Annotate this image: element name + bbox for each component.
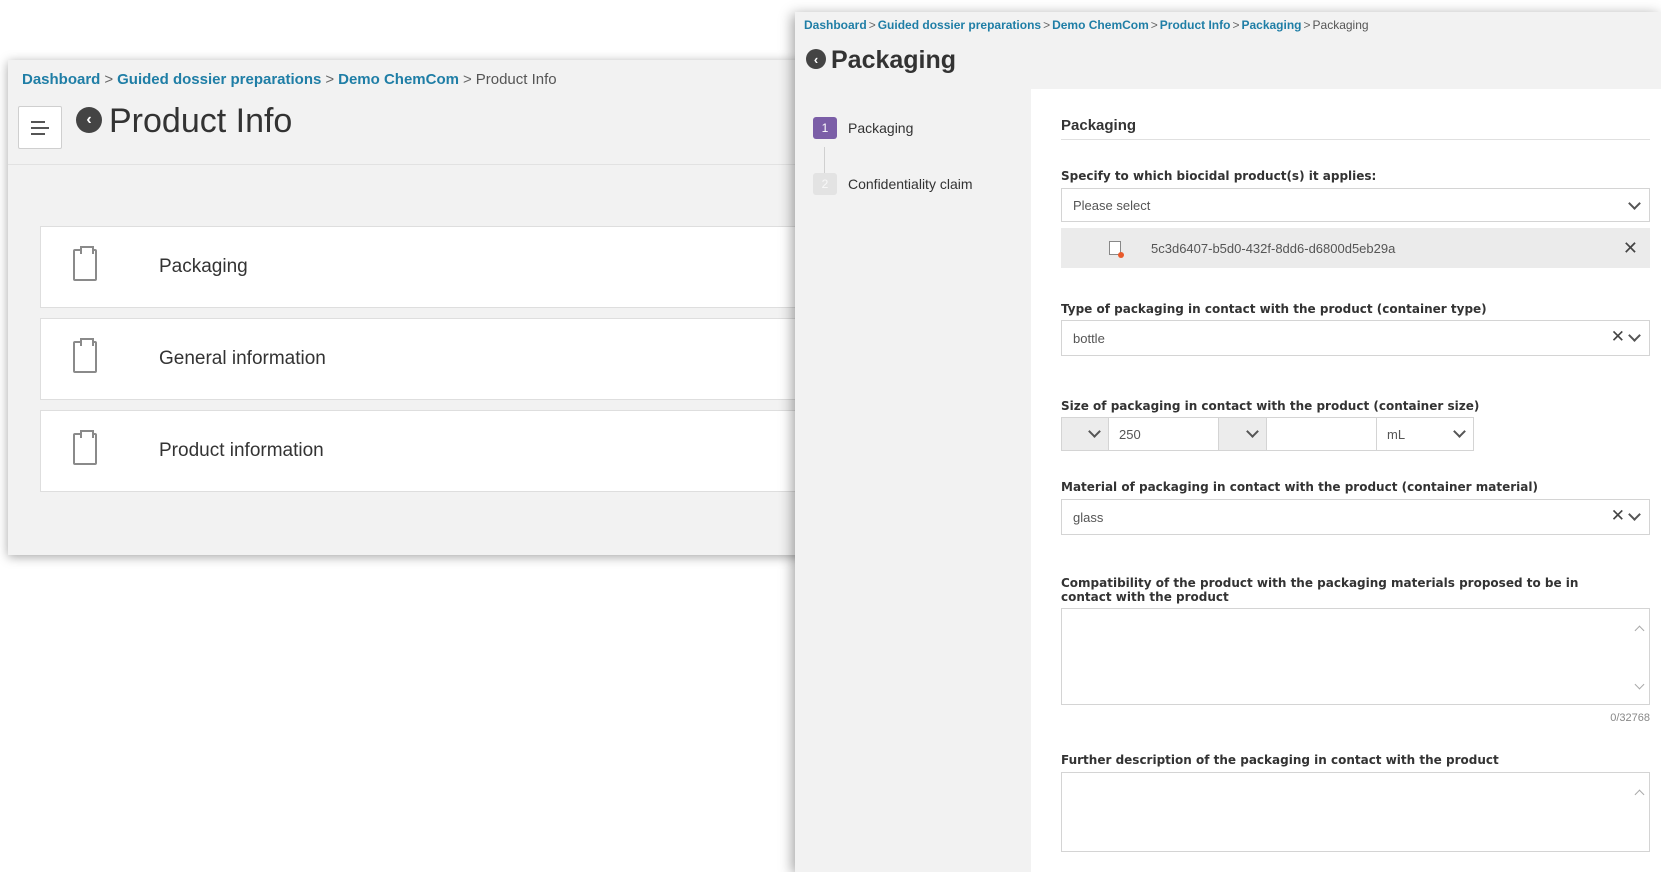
breadcrumb: Dashboard > Guided dossier preparations > De… [22, 71, 557, 88]
scroll-down-icon[interactable] [1634, 679, 1645, 690]
selected-product-id: 5c3d6407-b5d0-432f-8dd6-d6800d5eb29a [1151, 240, 1396, 256]
section-divider [1061, 139, 1650, 140]
clipboard-icon [73, 246, 97, 281]
card-product-information[interactable]: Product information [40, 410, 800, 492]
remove-product-close-icon[interactable]: ✕ [1623, 238, 1638, 259]
breadcrumb-separator: > [1043, 18, 1051, 32]
scroll-up-icon[interactable] [1634, 789, 1645, 800]
breadcrumb: Dashboard > Guided dossier preparations > De… [804, 18, 1369, 32]
breadcrumb-separator: > [462, 71, 472, 88]
clipboard-icon [73, 338, 97, 373]
card-label: Packaging [159, 256, 248, 277]
selected-product-item: 5c3d6407-b5d0-432f-8dd6-d6800d5eb29a ✕ [1061, 228, 1650, 268]
step-confidentiality-claim[interactable]: 2 Confidentiality claim [813, 173, 973, 195]
breadcrumb-separator: > [1150, 18, 1158, 32]
packaging-form: Packaging Specify to which biocidal prod… [1061, 89, 1650, 872]
card-label: General information [159, 348, 326, 369]
chevron-down-icon [1628, 197, 1641, 210]
compatibility-label: Compatibility of the product with the pa… [1061, 576, 1579, 604]
container-material-label: Material of packaging in contact with th… [1061, 480, 1538, 494]
breadcrumb-separator: > [868, 18, 876, 32]
menu-icon [31, 132, 45, 135]
chevron-down-icon [1628, 329, 1641, 342]
compatibility-textarea[interactable] [1061, 608, 1650, 705]
menu-icon [31, 120, 45, 123]
step-label: Packaging [848, 120, 914, 136]
menu-button[interactable] [18, 106, 62, 149]
chevron-down-icon [1628, 508, 1641, 521]
breadcrumb-link-guided-dossier[interactable]: Guided dossier preparations [878, 18, 1041, 32]
back-circle-icon[interactable]: ‹ [806, 49, 826, 69]
chevron-down-icon [1453, 425, 1466, 438]
container-type-label: Type of packaging in contact with the pr… [1061, 302, 1487, 316]
clipboard-icon [73, 430, 97, 465]
step-number: 2 [813, 173, 837, 195]
card-packaging[interactable]: Packaging [40, 226, 800, 308]
breadcrumb-separator: > [1303, 18, 1311, 32]
further-description-textarea[interactable] [1061, 772, 1650, 852]
biocidal-product-select[interactable]: Please select [1061, 188, 1650, 222]
step-label: Confidentiality claim [848, 176, 973, 192]
step-number: 1 [813, 117, 837, 139]
breadcrumb-link-product-info[interactable]: Product Info [1160, 18, 1231, 32]
wizard-steps: 1 Packaging 2 Confidentiality claim [795, 89, 1031, 872]
section-title: Packaging [1061, 117, 1137, 134]
container-type-select[interactable]: bottle ✕ [1061, 320, 1650, 356]
step-connector [824, 147, 825, 175]
breadcrumb-link-guided-dossier[interactable]: Guided dossier preparations [117, 71, 321, 88]
breadcrumb-link-dashboard[interactable]: Dashboard [22, 71, 100, 88]
character-counter: 0/32768 [1610, 712, 1650, 724]
container-size-label: Size of packaging in contact with the pr… [1061, 399, 1480, 413]
size-upper-operator-select[interactable] [1218, 417, 1267, 451]
clear-close-icon[interactable]: ✕ [1611, 506, 1625, 526]
size-unit-value: mL [1387, 426, 1406, 442]
size-upper-input[interactable] [1266, 417, 1377, 451]
breadcrumb-separator: > [104, 71, 114, 88]
card-label: Product information [159, 440, 324, 461]
container-material-select[interactable]: glass ✕ [1061, 499, 1650, 535]
scroll-up-icon[interactable] [1634, 625, 1645, 636]
breadcrumb-separator: > [1232, 18, 1240, 32]
document-icon [1109, 241, 1124, 258]
select-placeholder: Please select [1073, 197, 1151, 213]
size-unit-select[interactable]: mL [1376, 417, 1474, 451]
chevron-down-icon [1088, 425, 1101, 438]
menu-icon [31, 126, 49, 129]
size-lower-value: 250 [1119, 426, 1141, 442]
breadcrumb-separator: > [325, 71, 335, 88]
back-circle-icon[interactable]: ‹ [76, 107, 102, 133]
clear-close-icon[interactable]: ✕ [1611, 327, 1625, 347]
breadcrumb-link-dashboard[interactable]: Dashboard [804, 18, 867, 32]
page-title: Product Info [109, 102, 293, 140]
size-operator-select[interactable] [1061, 417, 1109, 451]
step-packaging[interactable]: 1 Packaging [813, 117, 913, 139]
packaging-window: Dashboard > Guided dossier preparations > De… [795, 12, 1661, 872]
size-lower-input[interactable]: 250 [1108, 417, 1219, 451]
page-title: Packaging [831, 46, 957, 74]
biocidal-product-label: Specify to which biocidal product(s) it … [1061, 169, 1377, 183]
breadcrumb-link-packaging[interactable]: Packaging [1241, 18, 1301, 32]
breadcrumb-current: Packaging [1312, 18, 1369, 32]
page-header: Dashboard > Guided dossier preparations > De… [795, 12, 1661, 89]
container-material-value: glass [1073, 509, 1104, 525]
further-description-label: Further description of the packaging in … [1061, 753, 1499, 767]
breadcrumb-link-demo-chemcom[interactable]: Demo ChemCom [1052, 18, 1149, 32]
breadcrumb-link-demo-chemcom[interactable]: Demo ChemCom [338, 71, 459, 88]
product-info-window: Dashboard > Guided dossier preparations > De… [8, 60, 813, 555]
chevron-down-icon [1246, 425, 1259, 438]
page-header: Dashboard > Guided dossier preparations > De… [8, 60, 813, 165]
breadcrumb-current: Product Info [475, 71, 557, 88]
container-type-value: bottle [1073, 330, 1105, 346]
card-general-information[interactable]: General information [40, 318, 800, 400]
